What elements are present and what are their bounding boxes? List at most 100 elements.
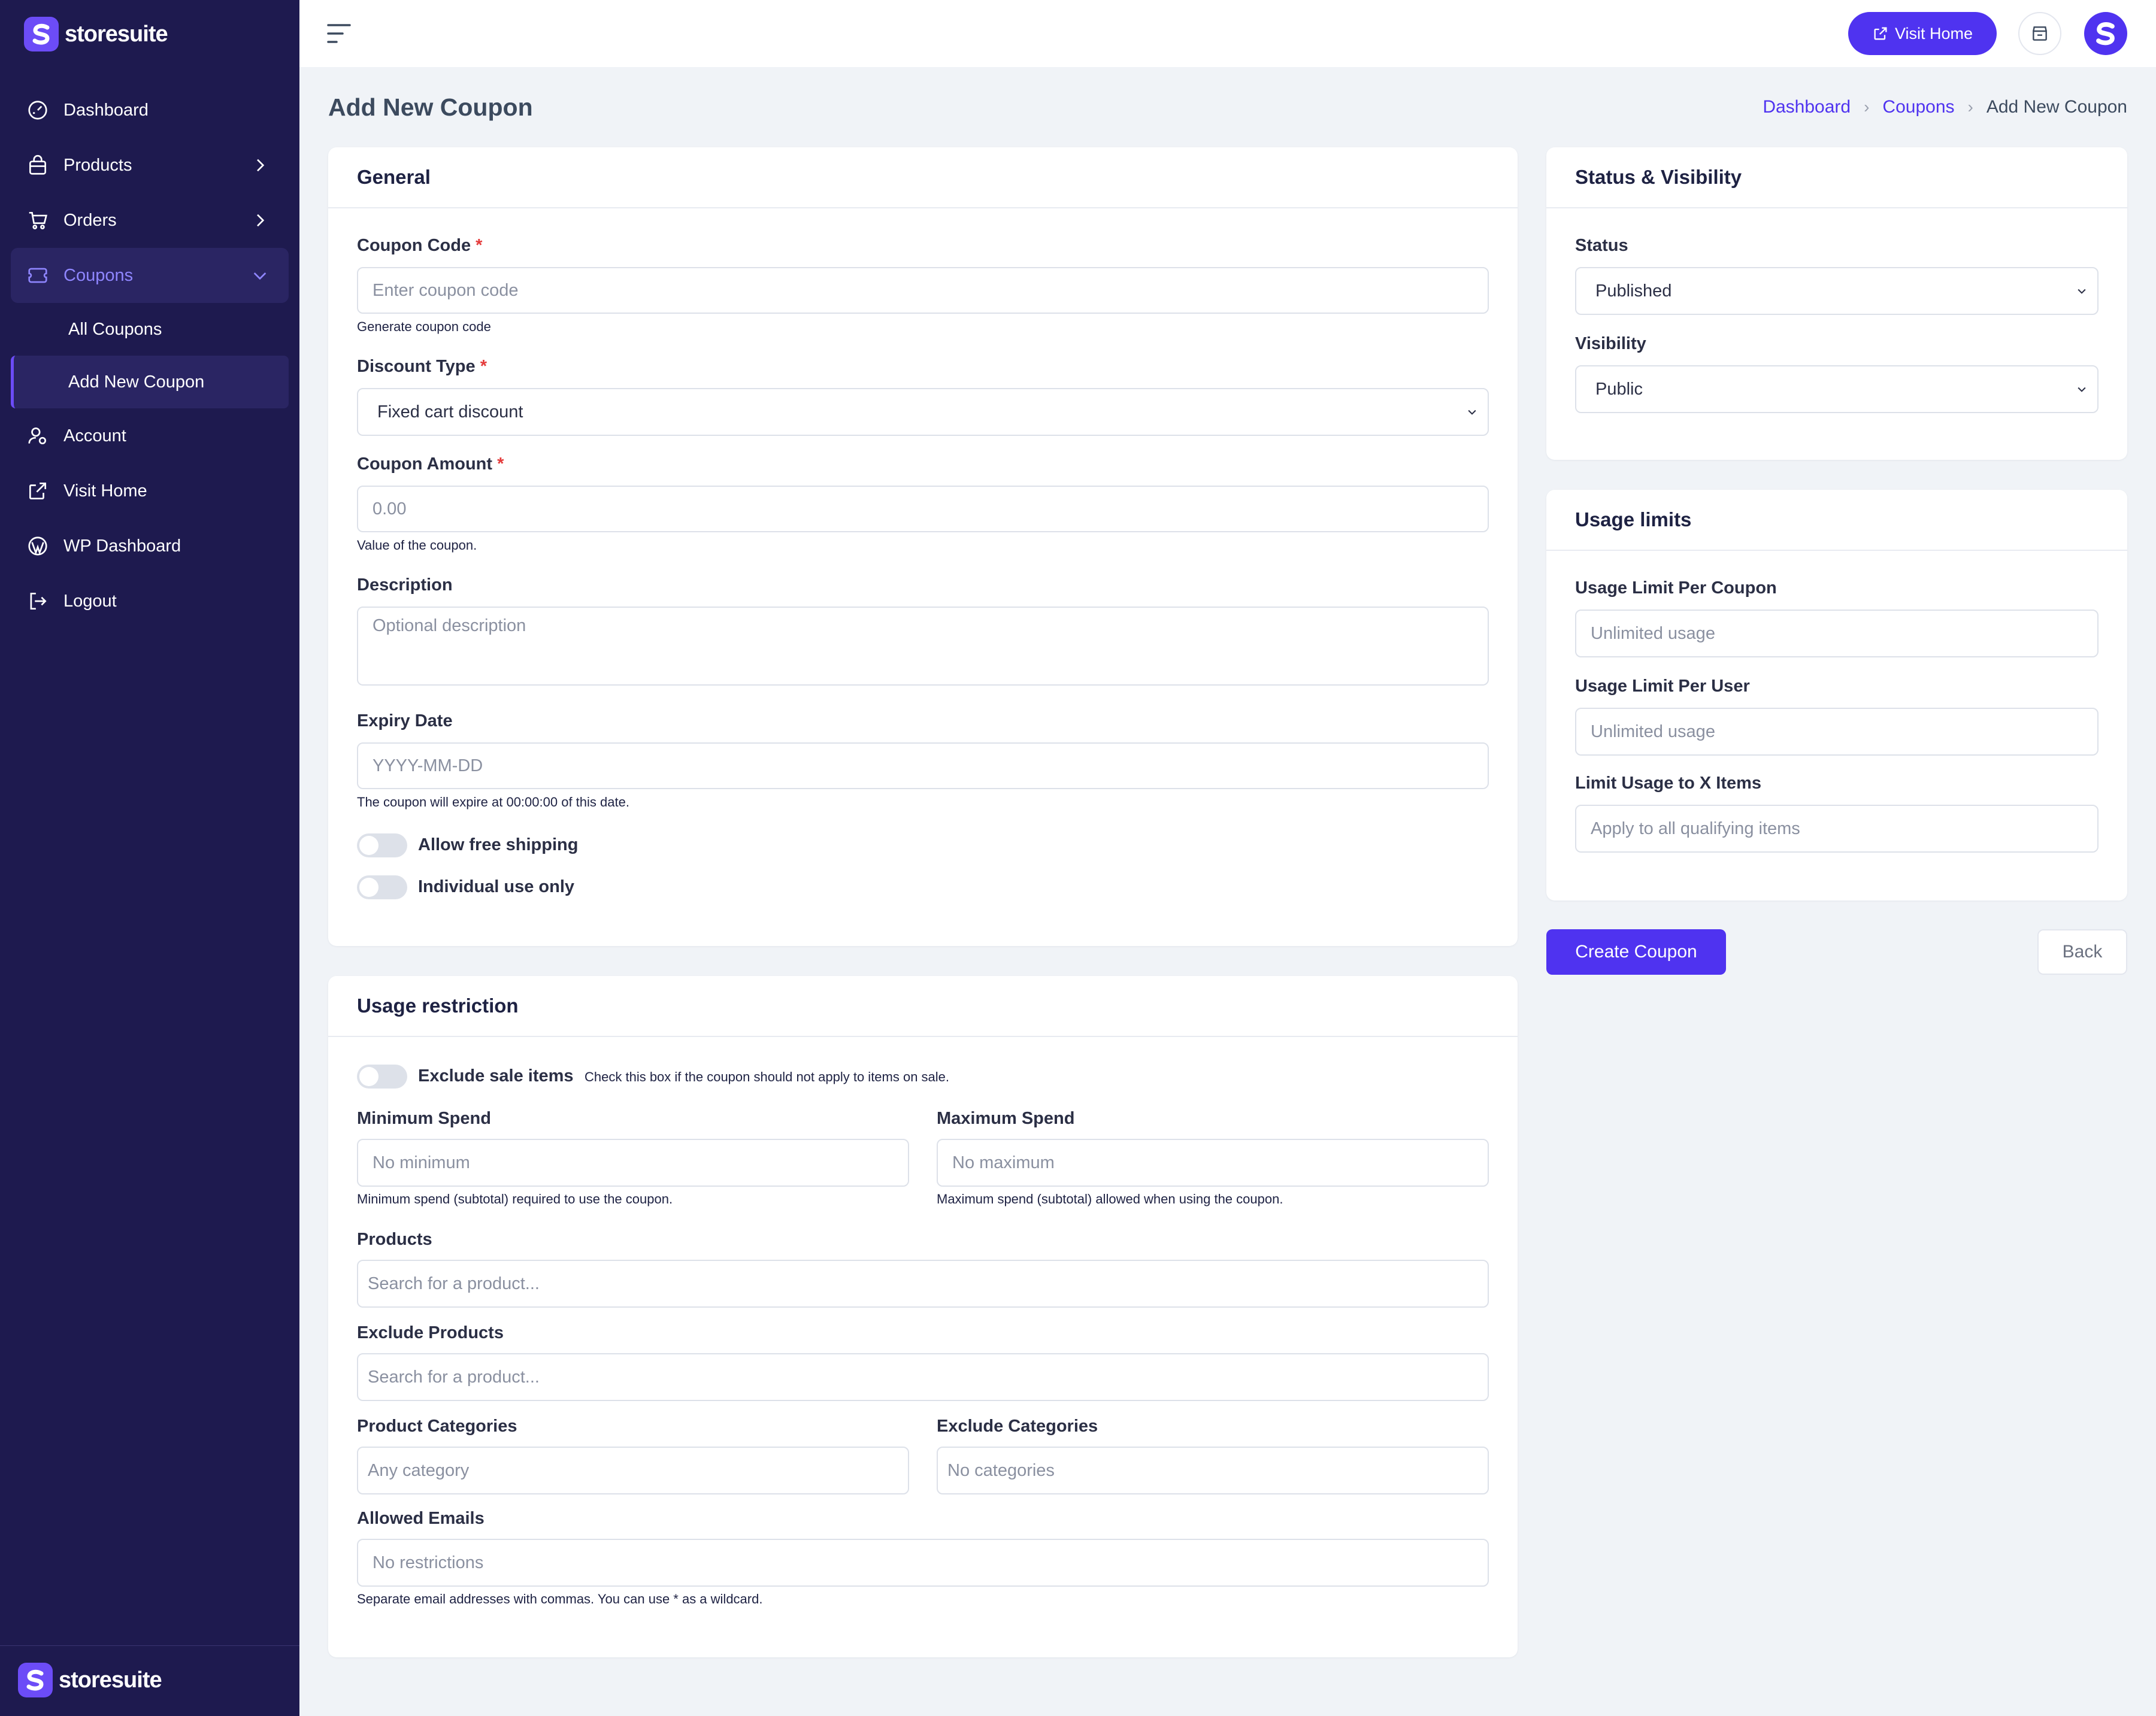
- required-mark: *: [497, 454, 504, 474]
- store-button[interactable]: [2018, 12, 2061, 55]
- status-select[interactable]: Published: [1575, 267, 2099, 315]
- breadcrumb-current: Add New Coupon: [1986, 97, 2127, 117]
- status-visibility-card: Status & Visibility Status Published Vis…: [1546, 147, 2127, 460]
- breadcrumb-coupons[interactable]: Coupons: [1882, 97, 1954, 117]
- limit-usage-x-items-input[interactable]: Apply to all qualifying items: [1575, 805, 2099, 853]
- coupon-code-input[interactable]: Enter coupon code: [357, 267, 1489, 314]
- input-placeholder: Apply to all qualifying items: [1591, 818, 1800, 838]
- footer-brand-logo[interactable]: storesuite: [18, 1663, 162, 1697]
- bag-icon: [25, 153, 50, 178]
- storesuite-logo-icon: [2096, 22, 2115, 46]
- select-value: Published: [1595, 281, 1672, 301]
- wordpress-icon: [25, 533, 50, 559]
- chevron-down-icon: [253, 272, 267, 280]
- topbar: Visit Home: [299, 0, 2156, 67]
- exclude-categories-input[interactable]: No categories: [937, 1447, 1489, 1494]
- sidebar-item-coupons[interactable]: Coupons: [11, 248, 289, 303]
- visibility-label: Visibility: [1575, 334, 1646, 353]
- sidebar-item-label: Coupons: [63, 265, 134, 285]
- sidebar-item-label: Products: [63, 155, 132, 175]
- input-placeholder: No restrictions: [373, 1553, 484, 1572]
- minimum-spend-hint: Minimum spend (subtotal) required to use…: [357, 1192, 673, 1206]
- expiry-date-hint: The coupon will expire at 00:00:00 of th…: [357, 795, 629, 810]
- external-link-icon: [25, 478, 50, 504]
- back-button[interactable]: Back: [2037, 929, 2127, 975]
- discount-type-select[interactable]: Fixed cart discount: [357, 388, 1489, 436]
- label-text: Coupon Code: [357, 236, 471, 255]
- visit-home-label: Visit Home: [1894, 24, 1973, 43]
- usage-limit-per-coupon-input[interactable]: Unlimited usage: [1575, 610, 2099, 657]
- sidebar-item-label: Account: [63, 426, 126, 445]
- cart-icon: [25, 208, 50, 233]
- exclude-sale-items-toggle[interactable]: [357, 1065, 407, 1089]
- avatar[interactable]: [2084, 12, 2127, 55]
- coupon-amount-input[interactable]: 0.00: [357, 486, 1489, 532]
- status-label: Status: [1575, 236, 1628, 255]
- free-shipping-toggle[interactable]: [357, 833, 407, 857]
- input-placeholder: No minimum: [373, 1153, 470, 1172]
- exclude-products-search-input[interactable]: Search for a product...: [357, 1353, 1489, 1401]
- input-placeholder: No maximum: [952, 1153, 1055, 1172]
- product-categories-input[interactable]: Any category: [357, 1447, 909, 1494]
- minimum-spend-input[interactable]: No minimum: [357, 1139, 909, 1187]
- usage-restriction-card: Usage restriction Exclude sale items Che…: [328, 976, 1518, 1657]
- allowed-emails-input[interactable]: No restrictions: [357, 1539, 1489, 1587]
- individual-use-toggle[interactable]: [357, 875, 407, 899]
- general-card-title: General: [328, 147, 1518, 208]
- sidebar-item-logout[interactable]: Logout: [11, 574, 289, 629]
- sidebar-item-visit-home[interactable]: Visit Home: [11, 463, 289, 519]
- description-textarea[interactable]: Optional description: [357, 607, 1489, 686]
- required-mark: *: [476, 236, 483, 255]
- sidebar-subitem-all-coupons[interactable]: All Coupons: [11, 303, 289, 356]
- visibility-select[interactable]: Public: [1575, 365, 2099, 413]
- products-label: Products: [357, 1230, 432, 1249]
- page-title: Add New Coupon: [328, 93, 533, 121]
- usage-limit-per-user-input[interactable]: Unlimited usage: [1575, 708, 2099, 756]
- label-text: Discount Type: [357, 357, 476, 376]
- input-placeholder: Optional description: [373, 616, 526, 635]
- store-icon: [2033, 26, 2047, 41]
- sidebar-subitem-add-new-coupon[interactable]: Add New Coupon: [11, 356, 289, 408]
- status-visibility-title: Status & Visibility: [1546, 147, 2127, 208]
- breadcrumb-dashboard[interactable]: Dashboard: [1763, 97, 1851, 117]
- chevron-right-icon: [257, 159, 265, 172]
- limit-usage-x-items-label: Limit Usage to X Items: [1575, 774, 1762, 793]
- input-placeholder: Unlimited usage: [1591, 721, 1715, 741]
- sidebar-item-label: WP Dashboard: [63, 536, 181, 556]
- free-shipping-label: Allow free shipping: [418, 835, 579, 854]
- sidebar-item-orders[interactable]: Orders: [11, 193, 289, 248]
- sidebar-subitem-label: All Coupons: [68, 319, 162, 339]
- sidebar-item-products[interactable]: Products: [11, 138, 289, 193]
- brand-name: storesuite: [65, 21, 168, 47]
- exclude-sale-items-hint: Check this box if the coupon should not …: [585, 1069, 950, 1084]
- brand-name: storesuite: [59, 1667, 162, 1693]
- products-search-input[interactable]: Search for a product...: [357, 1260, 1489, 1308]
- create-coupon-button[interactable]: Create Coupon: [1546, 929, 1726, 975]
- sidebar-item-wp-dashboard[interactable]: WP Dashboard: [11, 519, 289, 574]
- sidebar-nav: Dashboard Products Orders Coupons All Co…: [0, 83, 299, 629]
- maximum-spend-input[interactable]: No maximum: [937, 1139, 1489, 1187]
- brand-logo[interactable]: storesuite: [24, 17, 168, 51]
- usage-limit-per-coupon-label: Usage Limit Per Coupon: [1575, 578, 1777, 598]
- input-placeholder: YYYY-MM-DD: [373, 756, 483, 775]
- menu-toggle-icon[interactable]: [326, 22, 352, 46]
- usage-restriction-title: Usage restriction: [328, 976, 1518, 1037]
- input-placeholder: Search for a product...: [368, 1274, 540, 1293]
- expiry-date-label: Expiry Date: [357, 711, 453, 730]
- external-link-icon: [1874, 27, 1887, 40]
- input-placeholder: Unlimited usage: [1591, 623, 1715, 643]
- exclude-products-label: Exclude Products: [357, 1323, 504, 1342]
- maximum-spend-label: Maximum Spend: [937, 1109, 1075, 1128]
- input-placeholder: No categories: [947, 1460, 1055, 1480]
- sidebar-item-dashboard[interactable]: Dashboard: [11, 83, 289, 138]
- sidebar-item-label: Logout: [63, 591, 117, 611]
- coupon-amount-hint: Value of the coupon.: [357, 538, 477, 553]
- allowed-emails-label: Allowed Emails: [357, 1509, 485, 1528]
- logout-icon: [25, 589, 50, 614]
- sidebar-item-account[interactable]: Account: [11, 408, 289, 463]
- discount-type-label: Discount Type *: [357, 357, 487, 377]
- input-placeholder: Search for a product...: [368, 1367, 540, 1387]
- visit-home-button[interactable]: Visit Home: [1848, 12, 1997, 55]
- generate-coupon-code-link[interactable]: Generate coupon code: [357, 319, 491, 335]
- expiry-date-input[interactable]: YYYY-MM-DD: [357, 742, 1489, 789]
